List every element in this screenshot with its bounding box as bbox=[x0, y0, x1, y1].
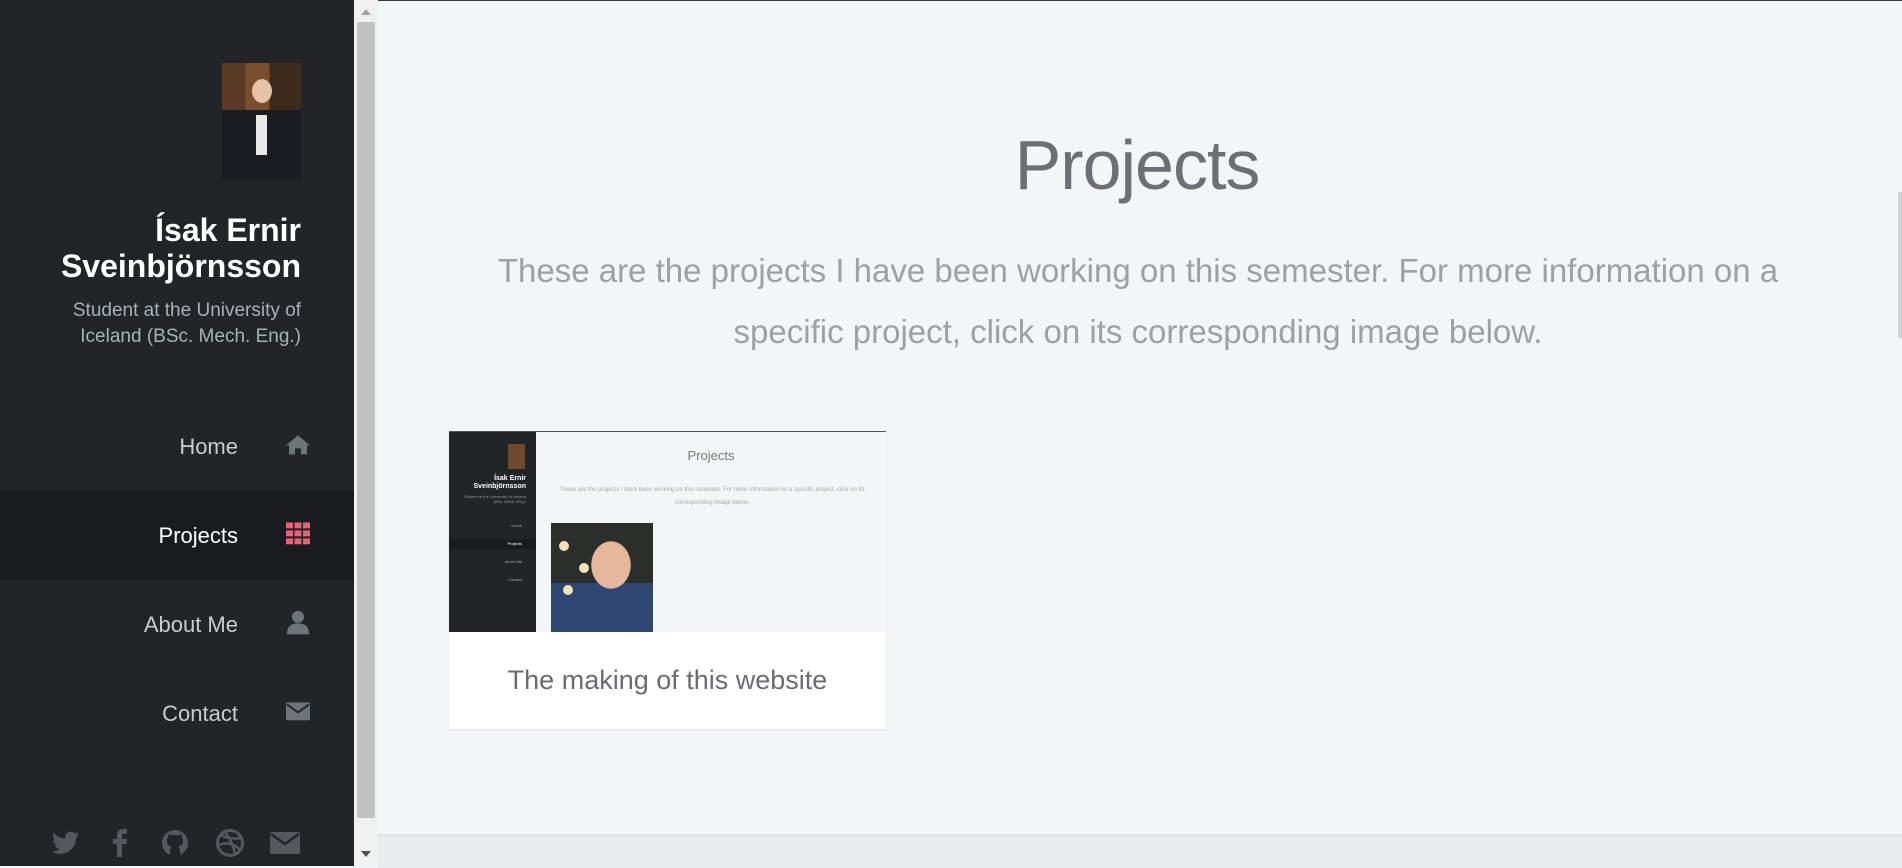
thumbnail-nav-item: Contact bbox=[508, 577, 522, 582]
thumbnail-sidebar: Ísak Ernir Sveinbjörnsson Student at the… bbox=[449, 432, 536, 632]
bottom-section bbox=[378, 834, 1902, 868]
envelope-icon bbox=[285, 698, 311, 724]
scroll-up-arrow-icon[interactable] bbox=[361, 9, 371, 15]
sidebar-nav: Home Projects About Me Contact bbox=[0, 402, 354, 758]
thumbnail-title: Projects bbox=[687, 448, 735, 463]
thumbnail-photo bbox=[551, 523, 653, 632]
avatar bbox=[222, 63, 301, 181]
lamp-light bbox=[563, 585, 573, 595]
sidebar-item-label: Contact bbox=[162, 700, 238, 726]
main-content: Projects These are the projects I have b… bbox=[378, 0, 1902, 868]
thumbnail-nav-item: Home bbox=[511, 523, 522, 528]
dribbble-icon[interactable] bbox=[215, 828, 245, 858]
profile-subtitle: Student at the University of Iceland (BS… bbox=[72, 300, 301, 347]
sidebar-item-contact[interactable]: Contact bbox=[0, 669, 354, 758]
scroll-down-arrow-icon[interactable] bbox=[361, 851, 371, 857]
scrollbar[interactable] bbox=[354, 0, 378, 866]
sidebar-item-projects[interactable]: Projects bbox=[0, 491, 354, 580]
thumbnail-subtitle: Student at the University of Iceland (BS… bbox=[463, 494, 526, 504]
home-icon bbox=[285, 431, 311, 457]
thumbnail-intro: These are the projects I have been worki… bbox=[559, 487, 865, 506]
page-intro: These are the projects I have been worki… bbox=[497, 252, 1779, 350]
lamp-light bbox=[559, 541, 569, 551]
facebook-icon[interactable] bbox=[105, 828, 135, 858]
project-thumbnail[interactable]: Ísak Ernir Sveinbjörnsson Student at the… bbox=[449, 431, 886, 632]
scrollbar-thumb[interactable] bbox=[357, 22, 375, 818]
sidebar-item-label: Projects bbox=[158, 522, 238, 548]
top-divider bbox=[378, 0, 1902, 1]
sidebar: Ísak Ernir Sveinbjörnsson Student at the… bbox=[0, 0, 354, 866]
thumbnail-nav-item: Projects bbox=[449, 539, 536, 549]
sidebar-item-label: Home bbox=[179, 433, 238, 459]
envelope-icon[interactable] bbox=[270, 828, 300, 858]
thumbnail-avatar bbox=[508, 444, 525, 469]
page-scroll-indicator bbox=[1898, 192, 1902, 338]
project-caption[interactable]: The making of this website bbox=[449, 631, 886, 729]
page-title: Projects bbox=[1014, 125, 1261, 204]
sidebar-item-home[interactable]: Home bbox=[0, 402, 354, 491]
project-card[interactable]: Ísak Ernir Sveinbjörnsson Student at the… bbox=[449, 431, 886, 729]
avatar-shirt bbox=[256, 115, 267, 155]
sidebar-item-label: About Me bbox=[143, 611, 238, 637]
profile-name: Ísak Ernir Sveinbjörnsson bbox=[60, 212, 301, 284]
thumbnail-name: Ísak Ernir Sveinbjörnsson bbox=[473, 475, 526, 490]
lamp-light bbox=[579, 563, 589, 573]
thumbnail-nav-item: About Me bbox=[504, 559, 522, 564]
user-icon bbox=[285, 609, 311, 635]
twitter-icon[interactable] bbox=[50, 828, 80, 858]
sidebar-item-about-me[interactable]: About Me bbox=[0, 580, 354, 669]
grid-icon bbox=[285, 520, 311, 546]
social-links bbox=[50, 828, 310, 858]
github-icon[interactable] bbox=[160, 828, 190, 858]
